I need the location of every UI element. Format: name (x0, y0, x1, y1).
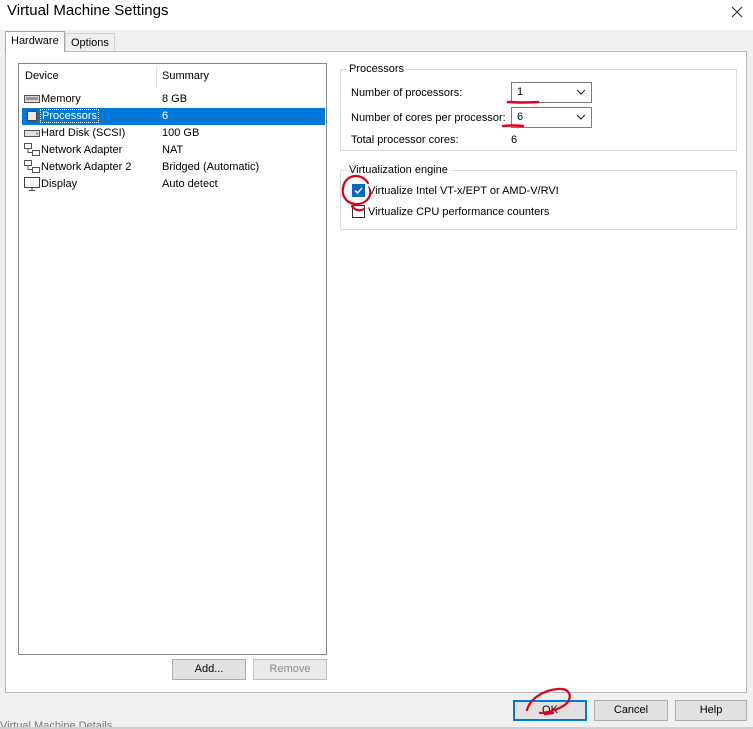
device-name: Hard Disk (SCSI) (41, 127, 126, 139)
device-row-network-adapter-2[interactable]: Network Adapter 2 Bridged (Automatic) (22, 159, 325, 176)
processor-icon (24, 109, 40, 123)
column-header-summary[interactable]: Summary (162, 70, 209, 82)
vtx-checkbox[interactable] (352, 184, 365, 197)
title-bar: Virtual Machine Settings (0, 0, 753, 30)
cores-per-processor-label: Number of cores per processor: (351, 112, 506, 124)
column-separator[interactable] (156, 66, 157, 88)
network-adapter-icon (24, 160, 40, 174)
ok-button[interactable]: OK (513, 700, 587, 721)
tab-options[interactable]: Options (65, 33, 115, 52)
tab-hardware[interactable]: Hardware (5, 31, 65, 52)
num-processors-value: 1 (517, 86, 524, 98)
cancel-button[interactable]: Cancel (594, 700, 668, 721)
device-name: Processors (39, 109, 100, 123)
window-title: Virtual Machine Settings (7, 2, 169, 19)
device-summary: Auto detect (162, 178, 218, 190)
num-processors-select[interactable]: 1 (511, 82, 592, 103)
processors-group: Processors Number of processors: 1 Numbe… (340, 63, 737, 151)
total-cores-label: Total processor cores: (351, 134, 459, 146)
total-cores-value: 6 (511, 134, 518, 146)
vm-settings-window: Virtual Machine Settings Hardware Option… (0, 0, 753, 729)
device-row-display[interactable]: Display Auto detect (22, 176, 325, 193)
cores-per-processor-select[interactable]: 6 (511, 107, 592, 128)
virtualization-group-label: Virtualization engine (347, 164, 450, 176)
device-list[interactable]: Device Summary Memory 8 GB Processors 6 (18, 63, 327, 655)
memory-icon (24, 92, 40, 106)
device-row-hard-disk[interactable]: Hard Disk (SCSI) 100 GB (22, 125, 325, 142)
device-name: Memory (41, 93, 81, 105)
device-row-memory[interactable]: Memory 8 GB (22, 91, 325, 108)
help-button[interactable]: Help (675, 700, 747, 721)
perf-counters-label[interactable]: Virtualize CPU performance counters (368, 206, 549, 218)
display-icon (24, 177, 40, 191)
vtx-label[interactable]: Virtualize Intel VT-x/EPT or AMD-V/RVI (368, 185, 559, 197)
add-device-button[interactable]: Add... (172, 659, 246, 680)
column-header-device[interactable]: Device (25, 70, 59, 82)
device-row-processors[interactable]: Processors 6 (22, 108, 325, 125)
device-name: Network Adapter (41, 144, 123, 156)
chevron-down-icon (576, 87, 586, 97)
hardware-tab-panel: Device Summary Memory 8 GB Processors 6 (5, 51, 747, 693)
device-summary: 6 (162, 110, 169, 122)
hard-disk-icon (24, 126, 40, 140)
device-summary: 100 GB (162, 127, 200, 139)
processors-group-label: Processors (347, 63, 407, 75)
virtualization-engine-group: Virtualization engine Virtualize Intel V… (340, 164, 737, 230)
num-processors-label: Number of processors: (351, 87, 463, 99)
device-summary: 8 GB (162, 93, 188, 105)
perf-counters-checkbox[interactable] (352, 205, 365, 218)
network-adapter-icon (24, 143, 40, 157)
device-row-network-adapter[interactable]: Network Adapter NAT (22, 142, 325, 159)
device-name: Display (41, 178, 78, 190)
device-name: Network Adapter 2 (41, 161, 132, 173)
cores-per-processor-value: 6 (517, 111, 524, 123)
remove-device-button[interactable]: Remove (253, 659, 327, 680)
close-icon[interactable] (729, 2, 745, 22)
device-summary: Bridged (Automatic) (162, 161, 260, 173)
device-summary: NAT (162, 144, 184, 156)
chevron-down-icon (576, 112, 586, 122)
